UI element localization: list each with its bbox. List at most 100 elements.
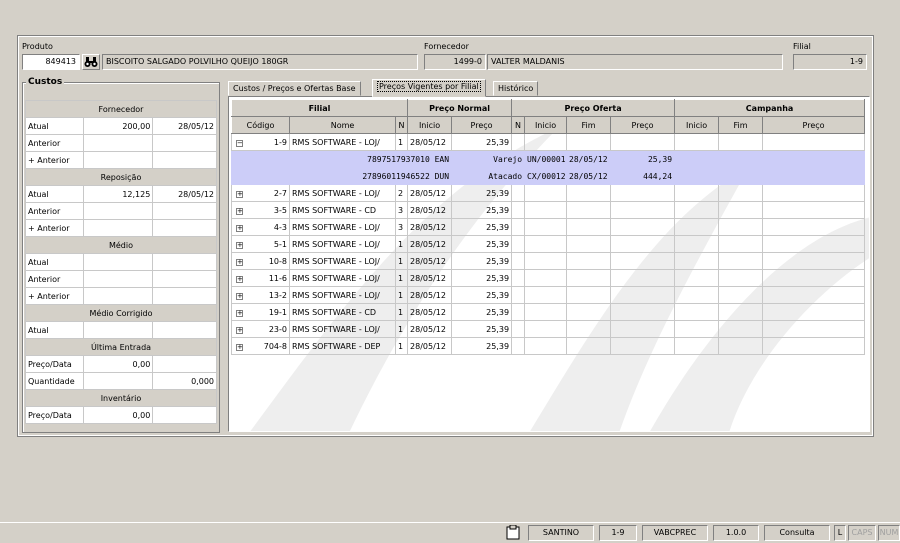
empty-cell: [762, 218, 866, 236]
expand-icon[interactable]: +: [236, 275, 243, 283]
produto-codigo-field[interactable]: 849413: [22, 54, 80, 70]
tab-precos-vigentes[interactable]: Preços Vigentes por Filial: [372, 79, 486, 97]
empty-cell: [566, 303, 612, 321]
preco-normal-inicio: 28/05/12: [407, 303, 453, 321]
table-row[interactable]: +11-6 RMS SOFTWARE - LOJ/1 28/05/12 25,39: [231, 269, 866, 287]
tab-historico[interactable]: Histórico: [493, 81, 539, 96]
empty-cell: [511, 218, 526, 236]
custos-row-date: [152, 287, 217, 305]
custos-row-value: [82, 219, 154, 237]
table-row[interactable]: +704-8 RMS SOFTWARE - DEP 1 28/05/12 25,39: [231, 337, 866, 355]
ean-subrow: 27896011946522 DUN Atacado CX/00012 28/05/1…: [231, 167, 866, 185]
preco-normal-preco: 25,39: [451, 303, 513, 321]
empty-cell: [718, 286, 764, 304]
expand-icon[interactable]: +: [236, 292, 243, 300]
empty-cell: [511, 201, 526, 219]
preco-normal-inicio: 28/05/12: [407, 201, 453, 219]
empty-cell: [674, 184, 720, 202]
custos-row: + Anterior: [25, 219, 217, 237]
custos-row-date: [152, 321, 217, 339]
expand-icon[interactable]: +: [236, 258, 243, 266]
expand-icon[interactable]: +: [236, 326, 243, 334]
filial-codigo-cell: +23-0: [231, 320, 290, 338]
filial-codigo-cell: +11-6: [231, 269, 290, 287]
filial-codigo-cell: +13-2: [231, 286, 290, 304]
status-mode: Consulta: [764, 525, 830, 541]
custos-section-title: Médio: [25, 236, 217, 254]
preco-normal-n: 1: [394, 252, 409, 270]
preco-normal-inicio: 28/05/12: [407, 133, 453, 151]
custos-section-header: Fornecedor: [25, 100, 217, 118]
custos-row-date: [152, 219, 217, 237]
custos-row-value: [82, 372, 154, 390]
empty-cell: [674, 150, 720, 168]
status-version: 1.0.0: [713, 525, 759, 541]
table-row[interactable]: +3-5 RMS SOFTWARE - CD 3 28/05/12 25,39: [231, 201, 866, 219]
produto-nome-field: BISCOITO SALGADO POLVILHO QUEIJO 180GR: [102, 54, 418, 70]
custos-row-label: + Anterior: [25, 151, 84, 169]
precos-table: Filial Preço Normal Preço Oferta Campanh…: [230, 99, 866, 355]
expand-icon[interactable]: +: [236, 343, 243, 351]
custos-row-label: Preço/Data: [25, 406, 84, 424]
subrow-emb: CX/00012: [524, 167, 568, 185]
empty-cell: [762, 235, 866, 253]
ean-subrow: 7897517937010 EAN Varejo UN/00001 28/05/12 2…: [231, 150, 866, 168]
empty-cell: [511, 303, 526, 321]
filial-codigo: 1-9: [273, 137, 287, 147]
preco-normal-preco: 25,39: [451, 320, 513, 338]
table-row[interactable]: +13-2 RMS SOFTWARE - LOJ/1 28/05/12 25,39: [231, 286, 866, 304]
filial-nome: RMS SOFTWARE - LOJ/: [289, 252, 396, 270]
custos-row: Anterior: [25, 270, 217, 288]
empty-cell: [610, 201, 676, 219]
expand-icon[interactable]: +: [236, 241, 243, 249]
empty-cell: [762, 133, 866, 151]
custos-row-date: [152, 355, 217, 373]
subrow-data: 28/05/12: [566, 167, 612, 185]
empty-cell: [524, 303, 568, 321]
empty-cell: [566, 337, 612, 355]
empty-cell: [566, 269, 612, 287]
table-row[interactable]: +10-8 RMS SOFTWARE - LOJ/1 28/05/12 25,39: [231, 252, 866, 270]
empty-cell: [524, 252, 568, 270]
expand-icon[interactable]: +: [236, 207, 243, 215]
table-row[interactable]: +5-1 RMS SOFTWARE - LOJ/1 28/05/12 25,39: [231, 235, 866, 253]
tab-custos-precos[interactable]: Custos / Preços e Ofertas Base: [228, 81, 361, 96]
table-row[interactable]: +4-3 RMS SOFTWARE - LOJ/3 28/05/12 25,39: [231, 218, 866, 236]
preco-normal-inicio: 28/05/12: [407, 286, 453, 304]
table-row[interactable]: +23-0 RMS SOFTWARE - LOJ/1 28/05/12 25,39: [231, 320, 866, 338]
table-row[interactable]: +19-1 RMS SOFTWARE - CD 1 28/05/12 25,39: [231, 303, 866, 321]
empty-cell: [610, 286, 676, 304]
grid-group-header: Filial Preço Normal Preço Oferta Campanh…: [230, 99, 866, 117]
empty-cell: [511, 320, 526, 338]
status-program: VABCPREC: [642, 525, 708, 541]
filial-nome: RMS SOFTWARE - DEP: [289, 337, 396, 355]
custos-table: Fornecedor Atual 200,00 28/05/12 Anterior + A…: [25, 100, 217, 424]
empty-cell: [524, 218, 568, 236]
empty-cell: [566, 201, 612, 219]
expand-icon[interactable]: +: [236, 190, 243, 198]
expand-icon[interactable]: +: [236, 224, 243, 232]
expand-icon[interactable]: +: [236, 309, 243, 317]
fornecedor-nome-field: VALTER MALDANIS: [487, 54, 783, 70]
column-header: Inicio: [674, 116, 720, 134]
empty-cell: [674, 133, 720, 151]
custos-row-value: [82, 134, 154, 152]
custos-row: Atual 200,00 28/05/12: [25, 117, 217, 135]
column-header: Preço: [762, 116, 866, 134]
table-row[interactable]: +2-7 RMS SOFTWARE - LOJ/2 28/05/12 25,39: [231, 184, 866, 202]
empty-cell: [566, 252, 612, 270]
custos-section-title: Inventário: [25, 389, 217, 407]
subrow-ean: 7897517937010 EAN: [288, 150, 453, 168]
search-button[interactable]: [82, 54, 100, 70]
empty-cell: [524, 184, 568, 202]
custos-row: Preço/Data 0,00: [25, 406, 217, 424]
table-row[interactable]: − 1-9 RMS SOFTWARE - LOJ/1 28/05/12 25,39: [231, 133, 866, 151]
filial-codigo: 10-8: [268, 256, 287, 266]
collapse-icon[interactable]: −: [236, 139, 243, 147]
column-header: N: [511, 116, 526, 134]
empty-cell: [762, 252, 866, 270]
custos-row-value: [82, 270, 154, 288]
preco-normal-preco: 25,39: [451, 133, 513, 151]
empty-cell: [674, 269, 720, 287]
preco-normal-preco: 25,39: [451, 252, 513, 270]
